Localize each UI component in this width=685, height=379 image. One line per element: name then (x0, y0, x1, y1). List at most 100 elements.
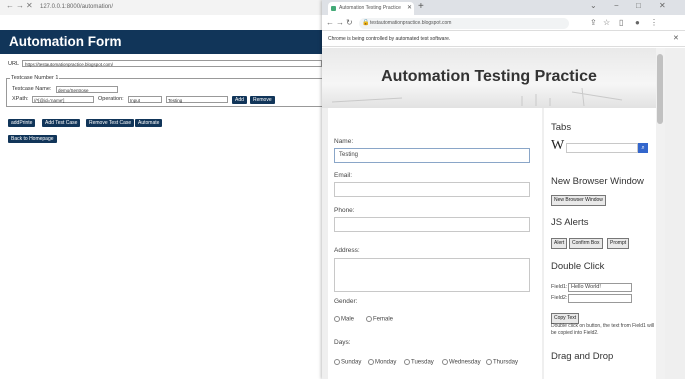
automation-infobar: Chrome is being controlled by automated … (322, 31, 685, 47)
address-text: testautomationpractice.blogspot.com (370, 20, 452, 26)
address-textarea[interactable] (334, 258, 530, 292)
field1-label: Field1: (551, 284, 568, 290)
gender-option-female[interactable]: Female (366, 316, 393, 323)
field2-input[interactable] (568, 294, 632, 303)
checkbox-thursday[interactable] (486, 359, 492, 365)
new-browser-window-heading: New Browser Window (551, 176, 644, 187)
days-label: Days: (334, 339, 351, 346)
tabs-heading: Tabs (551, 122, 572, 133)
tab-title: Automation Testing Practice (339, 5, 401, 11)
share-icon[interactable]: ⇪ (590, 18, 597, 27)
profile-icon[interactable]: ● (635, 18, 640, 27)
bookmark-star-icon[interactable]: ☆ (603, 18, 610, 27)
radio-female[interactable] (366, 316, 372, 322)
testcase-name-label: Testcase Name: (12, 86, 52, 92)
prompt-button[interactable]: Prompt (607, 238, 630, 249)
forward-icon[interactable]: → (16, 1, 24, 10)
drag-and-drop-heading: Drag and Drop (551, 351, 614, 362)
remove-test-case-button[interactable]: Remove Test Case (86, 119, 135, 127)
back-to-homepage-button[interactable]: Back to Homepage (8, 135, 57, 143)
infobar-text: Chrome is being controlled by automated … (328, 36, 451, 42)
add-test-case-button[interactable]: Add Test Case (42, 119, 81, 127)
maximize-icon[interactable]: □ (636, 1, 641, 10)
confirm-box-button[interactable]: Confirm Box (569, 238, 603, 249)
forward-icon[interactable]: → (336, 18, 344, 27)
field1-input[interactable]: Hello World! (568, 283, 632, 292)
day-label: Monday (375, 359, 397, 366)
sidepanel-icon[interactable]: ▯ (619, 18, 623, 27)
day-monday[interactable]: Monday (368, 359, 396, 366)
double-click-note: Double click on button, the text from Fi… (551, 323, 655, 336)
gender-label: Gender: (334, 298, 358, 305)
back-icon[interactable]: ← (326, 18, 334, 27)
phone-input[interactable] (334, 217, 530, 232)
checkbox-tuesday[interactable] (404, 359, 410, 365)
wikipedia-logo: W (551, 138, 565, 153)
address-label: Address: (334, 247, 360, 254)
email-label: Email: (334, 172, 353, 179)
reload-icon[interactable]: ↻ (346, 18, 353, 27)
close-window-icon[interactable]: ✕ (659, 1, 666, 10)
infobar-close-icon[interactable]: ✕ (673, 31, 679, 47)
favicon-icon (331, 6, 336, 11)
radio-male[interactable] (334, 316, 340, 322)
new-browser-window-button[interactable]: New Browser Window (551, 195, 606, 206)
new-tab-icon[interactable]: + (418, 1, 424, 12)
checkbox-wednesday[interactable] (442, 359, 448, 365)
gender-option-male[interactable]: Male (334, 316, 354, 323)
testcase-name-input[interactable]: demo/Sentrose (56, 86, 118, 93)
js-alerts-heading: JS Alerts (551, 217, 589, 228)
back-icon[interactable]: ← (6, 1, 14, 10)
page-title: Automation Testing Practice (381, 68, 597, 85)
name-label: Name: (334, 138, 354, 145)
day-label: Thursday (493, 359, 519, 366)
address-bar[interactable]: 🔒 testautomationpractice.blogspot.com (359, 18, 569, 29)
xpath-input[interactable]: //*[@id='name'] (32, 96, 94, 103)
automate-button[interactable]: Automate (135, 119, 163, 127)
day-label: Tuesday (411, 359, 434, 366)
scrollbar-thumb[interactable] (657, 54, 663, 124)
lock-icon: 🔒 (362, 20, 370, 26)
female-label: Female (373, 316, 394, 323)
url-label: URL (8, 61, 20, 67)
day-tuesday[interactable]: Tuesday (404, 359, 434, 366)
double-click-heading: Double Click (551, 261, 605, 272)
page-viewport: Automation Testing Practice Name: Testin… (322, 48, 685, 379)
day-thursday[interactable]: Thursday (486, 359, 518, 366)
url-input[interactable]: https://testautomationpractice.blogspot.… (22, 60, 322, 67)
operation-text-input[interactable]: Testing (166, 96, 228, 103)
background-address-bar[interactable]: 127.0.0.1:8000/automation/ (40, 2, 270, 13)
operation-select[interactable]: Input (128, 96, 162, 103)
tab-strip: Automation Testing Practice ✕ + ⌄ − □ ✕ (322, 0, 685, 15)
add-step-button[interactable]: Add (232, 96, 247, 104)
phone-label: Phone: (334, 207, 355, 214)
browser-toolbar: ← → ↻ 🔒 testautomationpractice.blogspot.… (322, 15, 685, 31)
xpath-label: XPath: (12, 96, 29, 102)
day-label: Sunday (341, 359, 362, 366)
page-scrollbar[interactable] (656, 48, 665, 379)
day-sunday[interactable]: Sunday (334, 359, 361, 366)
email-input[interactable] (334, 182, 530, 197)
chevron-down-icon[interactable]: ⌄ (590, 1, 597, 10)
browser-tab[interactable]: Automation Testing Practice ✕ (328, 2, 414, 15)
remove-step-button[interactable]: Remove (250, 96, 275, 104)
name-input[interactable]: Testing (334, 148, 530, 163)
tab-close-icon[interactable]: ✕ (407, 2, 412, 15)
male-label: Male (341, 316, 355, 323)
browser-window: Automation Testing Practice ✕ + ⌄ − □ ✕ … (322, 0, 685, 379)
menu-icon[interactable]: ⋮ (650, 18, 658, 27)
sidebar-column: Tabs W ⌕ New Browser Window New Browser … (544, 108, 656, 379)
checkbox-monday[interactable] (368, 359, 374, 365)
day-label: Wednesday (449, 359, 481, 366)
day-wednesday[interactable]: Wednesday (442, 359, 481, 366)
form-title: Automation Form (9, 34, 122, 49)
alert-button[interactable]: Alert (551, 238, 568, 249)
add-printe-button[interactable]: addPrinte (8, 119, 36, 127)
field2-label: Field2: (551, 295, 568, 301)
checkbox-sunday[interactable] (334, 359, 340, 365)
minimize-icon[interactable]: − (614, 1, 619, 10)
wikipedia-search-input[interactable] (566, 143, 638, 153)
operation-label: Operation: (98, 96, 124, 102)
reload-icon[interactable]: ✕ (26, 1, 33, 10)
search-icon[interactable]: ⌕ (638, 143, 648, 153)
